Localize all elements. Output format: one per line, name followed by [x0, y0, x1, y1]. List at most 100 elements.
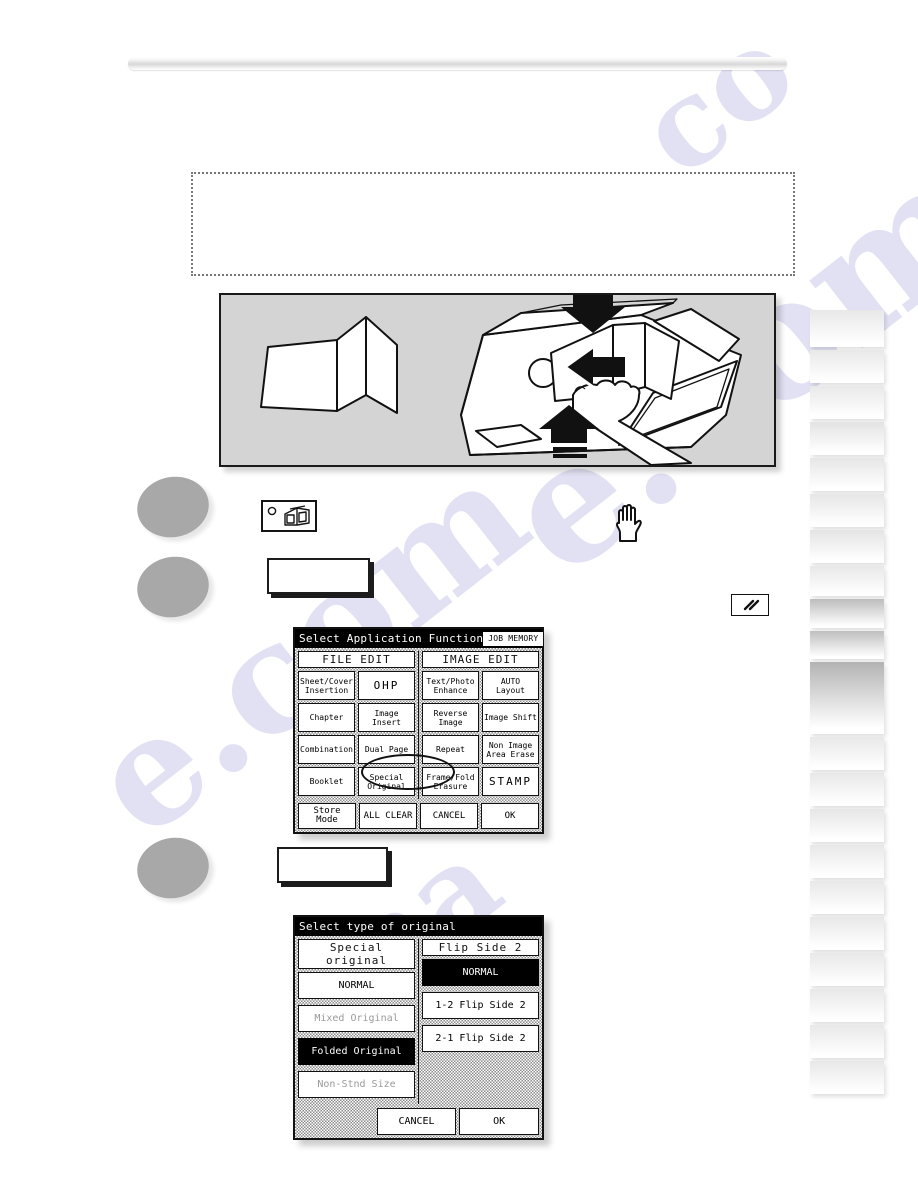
button-2-1-flip-side-2[interactable]: 2-1 Flip Side 2: [422, 1025, 539, 1052]
button-1-2-flip-side-2[interactable]: 1-2 Flip Side 2: [422, 992, 539, 1019]
side-index-tab-21-label: [810, 1061, 884, 1067]
button-chapter[interactable]: Chapter: [298, 703, 355, 732]
button-image-shift[interactable]: Image Shift: [482, 703, 539, 732]
panel-original-title: Select type of original: [299, 920, 456, 933]
button-frame-fold-erasure[interactable]: Frame/Fold Erasure: [422, 767, 479, 796]
side-index-tab-16-label: [810, 881, 884, 887]
side-index-tab-20-label: [810, 1025, 884, 1031]
side-index-tab-18[interactable]: [810, 953, 884, 986]
button-image-insert[interactable]: Image Insert: [358, 703, 415, 732]
lcd-panel-application-function[interactable]: Select Application Function JOB MEMORY F…: [293, 627, 544, 834]
button-auto-layout[interactable]: AUTO Layout: [482, 671, 539, 700]
panel-application-footer: Store Mode ALL CLEAR CANCEL OK: [298, 803, 539, 829]
side-index-tab-5[interactable]: [810, 458, 884, 491]
button-original-normal[interactable]: NORMAL: [298, 972, 415, 999]
side-index-tab-9[interactable]: [810, 599, 884, 628]
side-index-tab-3-label: [810, 386, 884, 392]
group-file-edit: FILE EDIT Sheet/Cover Insertion OHP Chap…: [298, 651, 415, 799]
panel-application-titlebar: Select Application Function JOB MEMORY: [295, 629, 544, 648]
side-index-tab-8-label: [810, 566, 884, 572]
side-index-tab-19[interactable]: [810, 989, 884, 1022]
side-index-tab-17-label: [810, 917, 884, 923]
button-dual-page[interactable]: Dual Page: [358, 735, 415, 764]
button-ohp[interactable]: OHP: [358, 671, 415, 700]
group-flip-side-2: Flip Side 2 NORMAL 1-2 Flip Side 2 2-1 F…: [418, 939, 539, 1104]
side-index-tab-14[interactable]: [810, 809, 884, 842]
step-label-box-1-text: [269, 560, 368, 566]
button-non-stnd-size[interactable]: Non-Stnd Size: [298, 1071, 415, 1098]
side-index-tab-10[interactable]: [810, 631, 884, 659]
side-index-tab-8[interactable]: [810, 566, 884, 596]
side-index-tab-3[interactable]: [810, 386, 884, 419]
button-cancel[interactable]: CANCEL: [420, 803, 478, 829]
side-index-tab-12[interactable]: [810, 737, 884, 770]
button-sheet-cover-insertion[interactable]: Sheet/Cover Insertion: [298, 671, 355, 700]
button-reverse-image[interactable]: Reverse Image: [422, 703, 479, 732]
step-bullet-3: [131, 831, 215, 905]
illustration-panel: [219, 293, 776, 467]
group-flip-side-2-header: Flip Side 2: [422, 939, 539, 956]
side-index-tab-6[interactable]: [810, 494, 884, 527]
side-index-tab-20[interactable]: [810, 1025, 884, 1058]
side-index-tab-19-label: [810, 989, 884, 995]
side-index-tab-17[interactable]: [810, 917, 884, 950]
side-index-tab-2[interactable]: [810, 350, 884, 383]
group-file-edit-header: FILE EDIT: [298, 651, 415, 668]
button-folded-original[interactable]: Folded Original: [298, 1038, 415, 1065]
button-mixed-original[interactable]: Mixed Original: [298, 1005, 415, 1032]
button-ok[interactable]: OK: [481, 803, 539, 829]
button-booklet[interactable]: Booklet: [298, 767, 355, 796]
step-label-box-2: [277, 847, 388, 883]
button-non-image-area-erase[interactable]: Non Image Area Erase: [482, 735, 539, 764]
group-special-original: Special original NORMAL Mixed Original F…: [298, 939, 415, 1104]
step-bullet-2-number: [137, 557, 209, 617]
side-index-tab-15[interactable]: [810, 845, 884, 878]
page-reference-marker: [731, 594, 769, 616]
panel-application-title: Select Application Function: [299, 632, 484, 645]
side-index-tab-12-label: [810, 737, 884, 743]
panel-application-body: FILE EDIT Sheet/Cover Insertion OHP Chap…: [295, 648, 542, 832]
button-repeat[interactable]: Repeat: [422, 735, 479, 764]
side-index-tab-7-label: [810, 530, 884, 536]
hand-caution-icon: [612, 503, 646, 543]
panel-original-titlebar: Select type of original: [295, 917, 542, 936]
side-index-tab-21[interactable]: [810, 1061, 884, 1094]
header-rule: [128, 57, 787, 70]
side-index-tab-14-label: [810, 809, 884, 815]
note-box: [191, 172, 795, 276]
footer-spacer: [298, 1108, 374, 1135]
side-index-tab-15-label: [810, 845, 884, 851]
side-index-tab-10-label: [810, 631, 884, 637]
button-stamp[interactable]: STAMP: [482, 767, 539, 796]
side-index-tab-9-label: [810, 599, 884, 605]
button-original-cancel[interactable]: CANCEL: [376, 1108, 457, 1135]
side-index-tab-1-label: [810, 310, 884, 316]
side-index-tab-11-label: [810, 662, 884, 668]
note-text: [193, 174, 793, 194]
step-label-box-2-text: [279, 849, 386, 855]
button-all-clear[interactable]: ALL CLEAR: [359, 803, 417, 829]
side-index-tab-16[interactable]: [810, 881, 884, 914]
side-index-tab-2-label: [810, 350, 884, 356]
side-index-tab-13[interactable]: [810, 773, 884, 806]
group-image-edit-header: IMAGE EDIT: [422, 651, 539, 668]
side-index-tab-1[interactable]: [810, 310, 884, 347]
panel-original-body: Special original NORMAL Mixed Original F…: [295, 936, 542, 1138]
button-flip-normal[interactable]: NORMAL: [422, 959, 539, 986]
lcd-panel-select-type-of-original[interactable]: Select type of original Special original…: [293, 915, 544, 1140]
side-index-tab-11[interactable]: [810, 662, 884, 734]
button-store-mode[interactable]: Store Mode: [298, 803, 356, 829]
panel-original-footer: CANCEL OK: [298, 1108, 540, 1135]
button-special-original[interactable]: Special Original: [358, 767, 415, 796]
side-index-tab-7[interactable]: [810, 530, 884, 563]
step-bullet-3-number: [137, 838, 209, 898]
button-text-photo-enhance[interactable]: Text/Photo Enhance: [422, 671, 479, 700]
button-combination[interactable]: Combination: [298, 735, 355, 764]
side-index-tab-4[interactable]: [810, 422, 884, 455]
copier-key-icon: [261, 500, 317, 532]
group-special-original-header: Special original: [298, 939, 415, 969]
button-original-ok[interactable]: OK: [459, 1108, 540, 1135]
job-memory-button[interactable]: JOB MEMORY: [483, 631, 544, 646]
side-index-tab-5-label: [810, 458, 884, 464]
step-bullet-1: [131, 470, 215, 544]
